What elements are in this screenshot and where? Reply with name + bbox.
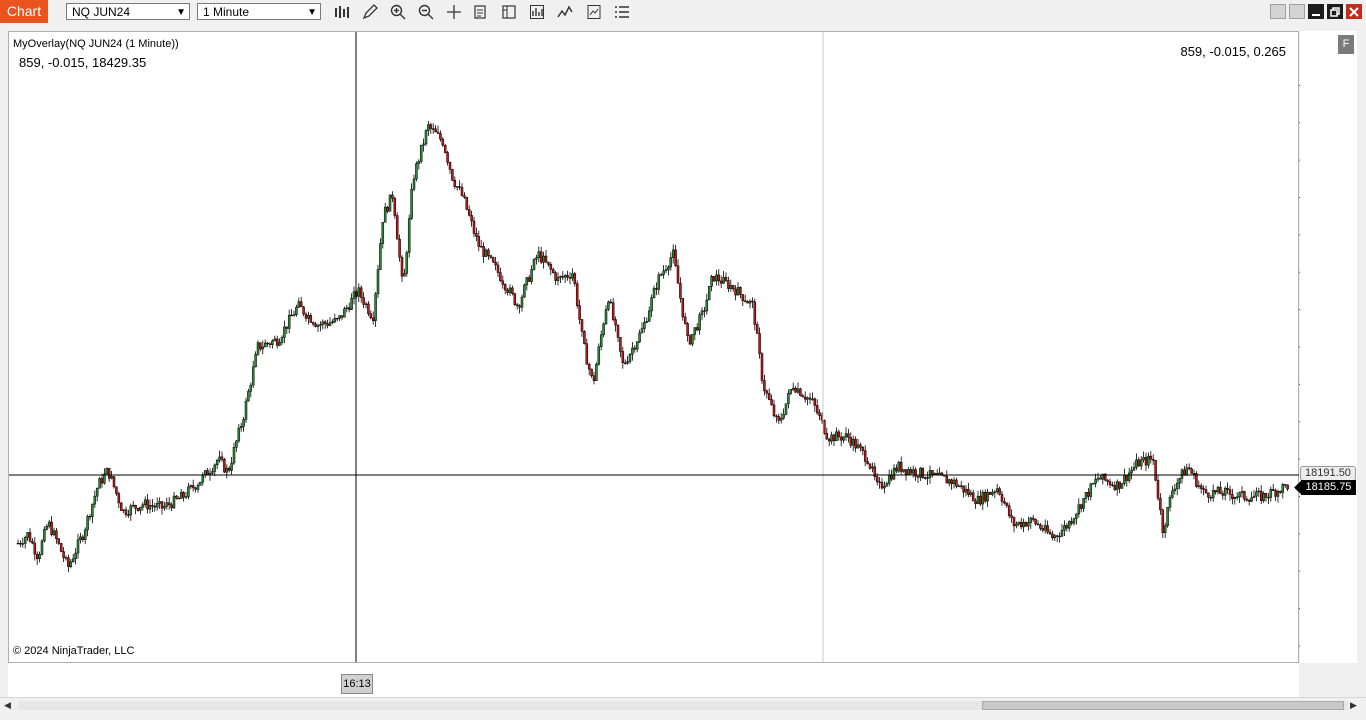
crosshair-time-label: 16:13	[341, 674, 373, 694]
bars-type-button[interactable]	[332, 3, 352, 20]
indicators-button[interactable]	[555, 3, 575, 20]
strategies-button[interactable]	[527, 3, 547, 20]
crosshair-button[interactable]	[444, 3, 464, 20]
scroll-left-icon[interactable]: ◀	[4, 701, 11, 711]
chart-toolbar: Chart NQ JUN24 ▼ 1 Minute ▼	[0, 0, 1366, 23]
chevron-down-icon: ▼	[176, 7, 186, 18]
horizontal-scrollbar[interactable]: ◀ ▶	[0, 697, 1366, 714]
last-price-label: 18185.75	[1301, 480, 1356, 495]
copyright-text: © 2024 NinjaTrader, LLC	[13, 645, 135, 657]
chevron-down-icon: ▼	[307, 7, 317, 18]
menu-icon	[615, 5, 629, 18]
chart-panel[interactable]: MyOverlay(NQ JUN24 (1 Minute)) 859, -0.0…	[8, 31, 1299, 663]
instrument-selector[interactable]: NQ JUN24 ▼	[66, 3, 190, 20]
indicators-icon	[557, 5, 573, 17]
tile-button[interactable]	[1289, 4, 1305, 19]
data-readout-left: 859, -0.015, 18429.35	[19, 55, 147, 70]
properties-icon	[474, 4, 486, 19]
zoom-in-icon	[390, 4, 406, 19]
drawing-tool-button[interactable]	[360, 3, 380, 20]
crosshair-price-label: 18191.50	[1300, 466, 1356, 481]
instrument-value: NQ JUN24	[72, 5, 131, 19]
crosshair-icon	[447, 4, 461, 19]
minimize-icon	[1312, 13, 1320, 16]
zoom-in-button[interactable]	[388, 3, 408, 20]
bars-icon	[335, 5, 349, 18]
properties-button[interactable]	[471, 3, 491, 20]
f-button[interactable]: F	[1338, 35, 1354, 54]
menu-button[interactable]	[612, 3, 632, 20]
interval-value: 1 Minute	[203, 5, 250, 19]
strategies-icon	[530, 4, 544, 19]
interval-selector[interactable]: 1 Minute ▼	[197, 3, 321, 20]
scroll-right-icon[interactable]: ▶	[1350, 701, 1357, 711]
price-axis[interactable]: F	[1300, 31, 1357, 663]
time-axis[interactable]	[8, 663, 1299, 697]
maximize-button[interactable]	[1327, 4, 1343, 19]
pencil-icon	[362, 3, 378, 19]
minimize-button[interactable]	[1308, 4, 1324, 19]
close-button[interactable]	[1346, 4, 1362, 19]
data-readout-right: 859, -0.015, 0.265	[1180, 44, 1286, 59]
close-icon	[1349, 6, 1359, 17]
restore-icon	[1330, 6, 1340, 17]
link-button[interactable]	[1270, 4, 1286, 19]
chart-tab[interactable]: Chart	[0, 0, 48, 23]
template-icon	[502, 4, 516, 19]
zoom-out-button[interactable]	[416, 3, 436, 20]
indicator-label: MyOverlay(NQ JUN24 (1 Minute))	[13, 38, 179, 50]
data-box-button[interactable]	[584, 3, 604, 20]
scrollbar-thumb[interactable]	[982, 701, 1344, 710]
template-button[interactable]	[499, 3, 519, 20]
last-price-marker: 18185.75	[1292, 480, 1356, 495]
zoom-out-icon	[418, 4, 434, 19]
data-box-icon	[587, 4, 601, 19]
